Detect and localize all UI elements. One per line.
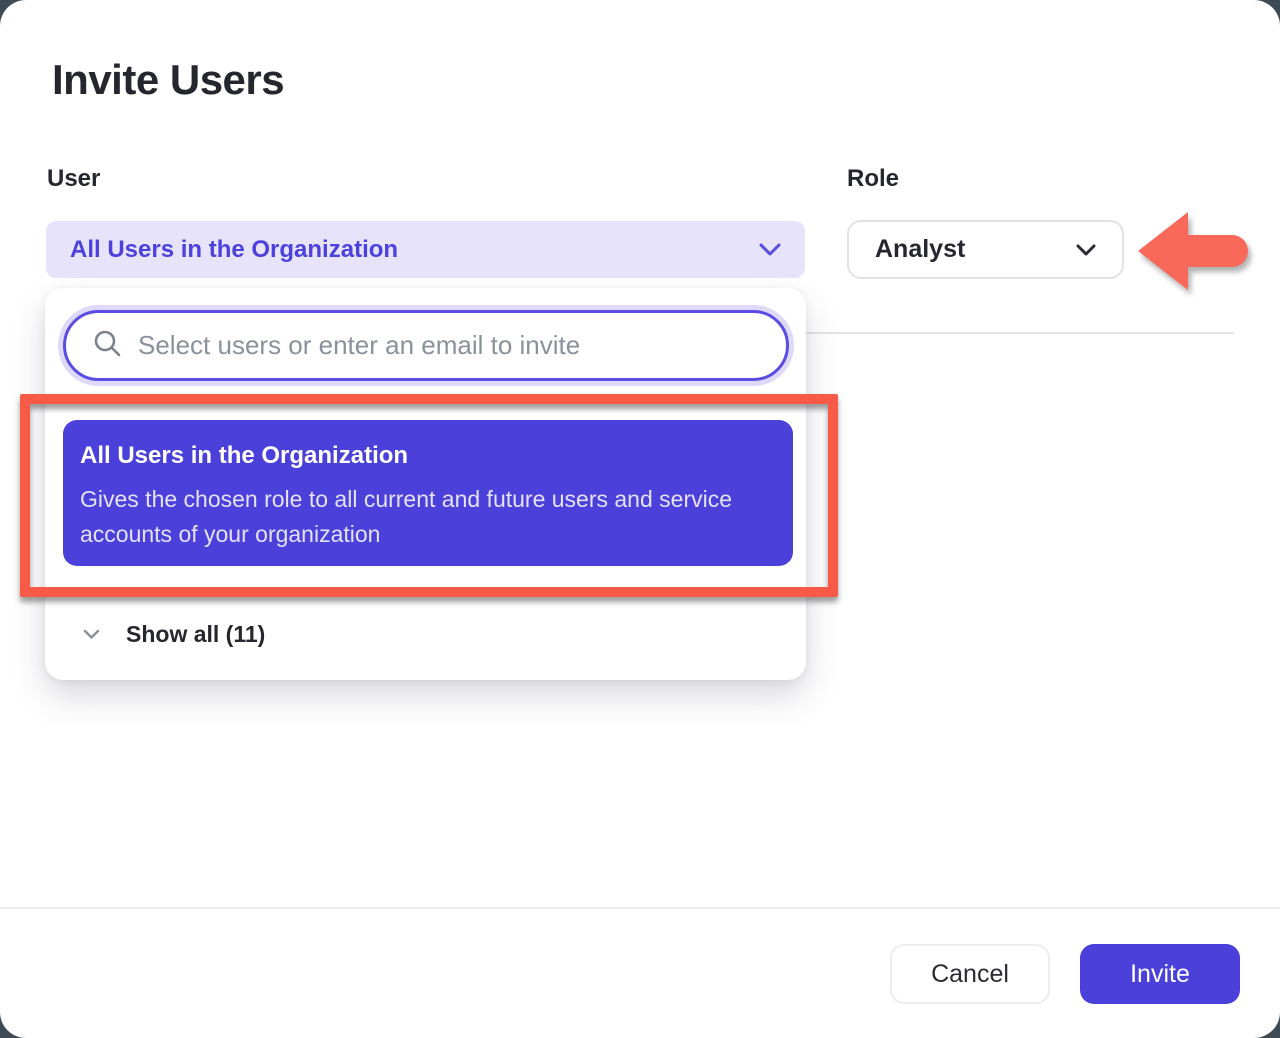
option-description: Gives the chosen role to all current and… [80,482,760,552]
role-select-value: Analyst [875,235,965,264]
annotation-arrow-icon [1136,209,1254,293]
invite-button[interactable]: Invite [1080,944,1240,1004]
user-field-label: User [47,165,100,193]
user-search-box[interactable] [63,310,789,381]
role-field-label: Role [847,165,899,193]
show-all-label: Show all (11) [126,621,265,648]
chevron-down-icon [83,629,100,640]
search-icon [92,328,122,363]
user-select-value: All Users in the Organization [70,236,398,264]
page-title: Invite Users [52,56,284,104]
section-divider [806,332,1234,334]
cancel-button[interactable]: Cancel [890,944,1050,1004]
option-all-users[interactable]: All Users in the Organization Gives the … [63,420,793,566]
chevron-down-icon [1076,244,1096,256]
show-all-toggle[interactable]: Show all (11) [63,614,463,654]
option-title: All Users in the Organization [80,442,759,470]
chevron-down-icon [759,243,781,256]
user-search-input[interactable] [138,330,760,361]
invite-users-dialog: Invite Users User Role All Users in the … [0,0,1280,1038]
footer-divider [0,907,1280,909]
role-select[interactable]: Analyst [847,220,1124,279]
user-select[interactable]: All Users in the Organization [46,221,805,278]
